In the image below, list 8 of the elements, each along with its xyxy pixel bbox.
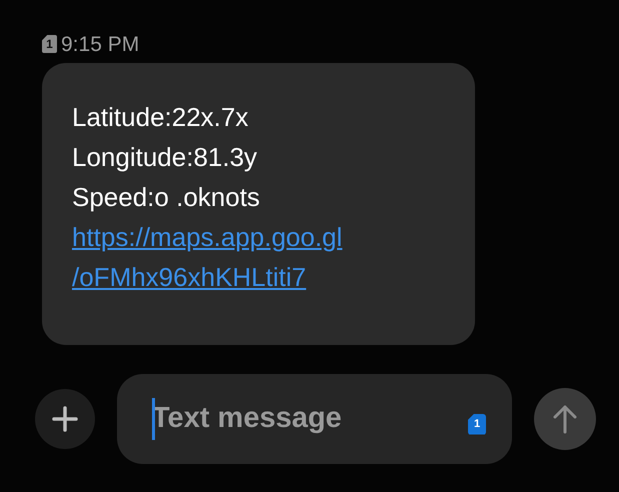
message-field[interactable]: Text message 1 [117,374,512,464]
message-text: Longitude:81.3y [72,141,258,174]
timestamp: 9:15 PM [61,34,140,54]
sim-icon: 1 [42,35,57,53]
map-link[interactable]: https://maps.app.goo.gl /oFMhx96xhKHLtiti7 [72,217,342,297]
message-text: Speed:o .oknots [72,181,260,214]
message-text: Latitude:22x.7x [72,101,248,134]
sim-icon[interactable]: 1 [468,414,486,434]
